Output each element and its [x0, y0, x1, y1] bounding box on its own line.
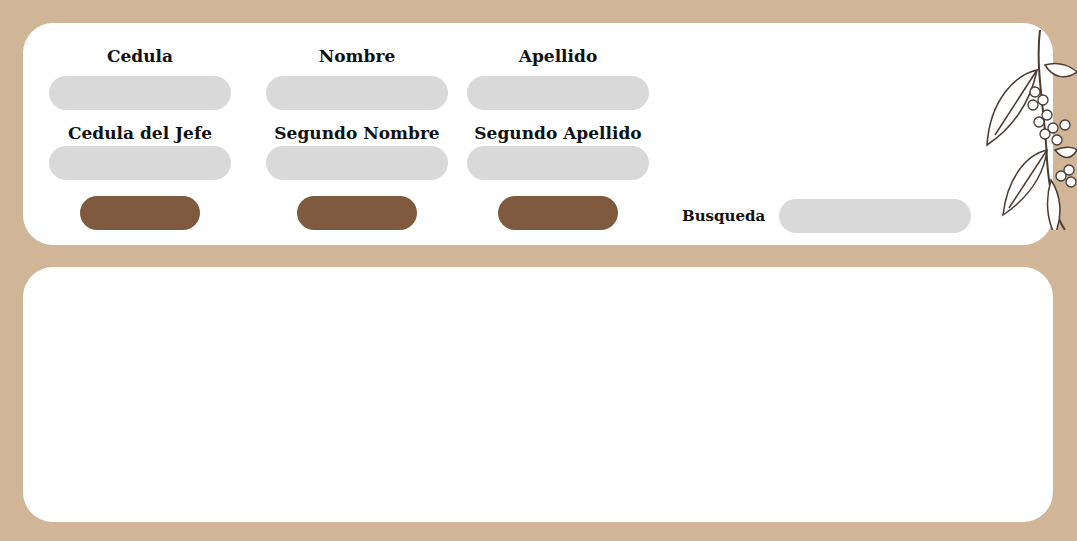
field-label: Segundo Nombre [274, 121, 439, 145]
field-label: Apellido [519, 44, 598, 68]
action-button[interactable] [297, 196, 417, 230]
text-field[interactable] [467, 146, 649, 180]
field-label: Segundo Apellido [474, 121, 641, 145]
results-panel [23, 267, 1053, 522]
text-field[interactable] [467, 76, 649, 110]
form-column: Apellido Segundo Apellido [467, 44, 649, 231]
text-field[interactable] [49, 146, 231, 180]
search-field[interactable] [779, 199, 971, 233]
form-card: Cedula Cedula del Jefe Nombre Segundo No… [23, 23, 1053, 245]
text-field[interactable] [266, 76, 448, 110]
text-field[interactable] [266, 146, 448, 180]
field-label: Cedula del Jefe [68, 121, 212, 145]
search-label: Busqueda [682, 207, 765, 225]
action-button[interactable] [498, 196, 618, 230]
action-button[interactable] [80, 196, 200, 230]
field-label: Nombre [319, 44, 396, 68]
coffee-branch-icon [985, 30, 1077, 230]
form-column: Cedula Cedula del Jefe [49, 44, 231, 231]
text-field[interactable] [49, 76, 231, 110]
page: Cedula Cedula del Jefe Nombre Segundo No… [0, 0, 1077, 541]
search-box: Busqueda [682, 199, 971, 233]
form-column: Nombre Segundo Nombre [266, 44, 448, 231]
field-label: Cedula [107, 44, 173, 68]
